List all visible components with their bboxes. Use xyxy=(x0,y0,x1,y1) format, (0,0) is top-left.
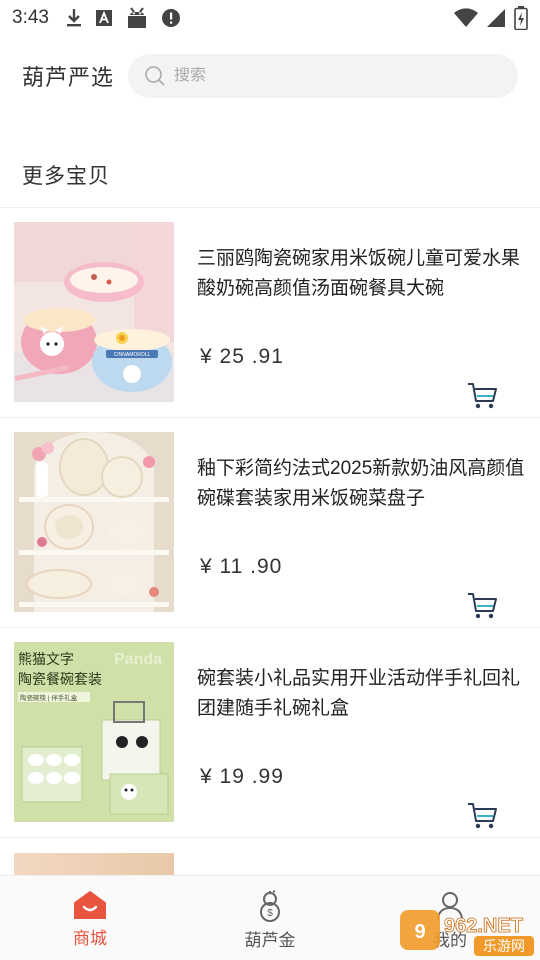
search-icon xyxy=(145,66,165,86)
watermark-sub: 乐游网 xyxy=(483,938,525,954)
product-list: CINNAMOROLL 三丽鸥陶瓷碗家用米饭碗儿童可爱水果酸奶碗高颜值汤面碗餐具… xyxy=(0,208,540,838)
cart-icon xyxy=(468,383,497,409)
alert-icon xyxy=(161,8,181,28)
status-time: 3:43 xyxy=(12,7,49,28)
section-title: 更多宝贝 xyxy=(22,165,110,188)
status-right-icons xyxy=(454,6,528,30)
product-image[interactable] xyxy=(14,432,174,612)
add-to-cart-button[interactable] xyxy=(466,801,498,831)
signal-icon xyxy=(486,8,506,28)
battery-charging-icon xyxy=(514,6,528,30)
wifi-icon xyxy=(454,8,478,28)
status-left-icons xyxy=(65,7,181,29)
product-price: ¥ 11 .90 xyxy=(200,555,283,578)
product-title[interactable]: 三丽鸥陶瓷碗家用米饭碗儿童可爱水果酸奶碗高颜值汤面碗餐具大碗 xyxy=(197,244,527,304)
status-bar: 3:43 xyxy=(0,0,540,36)
brand-title: 葫芦严选 xyxy=(22,65,115,90)
product-card[interactable]: Panda 熊猫文字 陶瓷餐碗套装 陶瓷碗筷 | 伴手礼盒 碗套装小礼品实用开业… xyxy=(0,628,540,838)
tab-shop[interactable]: 商城 xyxy=(0,876,180,960)
search-bar[interactable] xyxy=(128,54,518,98)
product-card[interactable]: CINNAMOROLL 三丽鸥陶瓷碗家用米饭碗儿童可爱水果酸奶碗高颜值汤面碗餐具… xyxy=(0,208,540,418)
thumb-heading-2: 陶瓷餐碗套装 xyxy=(18,671,102,687)
product-title[interactable]: 釉下彩简约法式2025新款奶油风高颜值碗碟套装家用米饭碗菜盘子 xyxy=(197,454,527,514)
watermark-logo: 9 962.NET 乐游网 xyxy=(400,902,540,960)
product-card[interactable]: 釉下彩简约法式2025新款奶油风高颜值碗碟套装家用米饭碗菜盘子 ¥ 11 .90 xyxy=(0,418,540,628)
svg-text:$: $ xyxy=(267,908,273,919)
cart-icon xyxy=(468,593,497,619)
gourd-coin-icon: $ xyxy=(260,890,280,922)
android-icon xyxy=(125,7,149,29)
thumb-subheading: 陶瓷碗筷 | 伴手礼盒 xyxy=(20,693,78,702)
product-image-partial[interactable] xyxy=(14,853,174,875)
tab-label: 商城 xyxy=(73,929,107,948)
product-price: ¥ 25 .91 xyxy=(200,345,284,368)
product-title[interactable]: 碗套装小礼品实用开业活动伴手礼回礼团建随手礼碗礼盒 xyxy=(197,664,527,724)
product-price: ¥ 19 .99 xyxy=(200,765,284,788)
product-image[interactable]: Panda 熊猫文字 陶瓷餐碗套装 陶瓷碗筷 | 伴手礼盒 xyxy=(14,642,174,822)
thumb-bg-word: Panda xyxy=(114,651,162,668)
font-a-icon xyxy=(95,9,113,27)
header: 葫芦严选 xyxy=(0,48,540,104)
shop-home-icon xyxy=(74,891,106,919)
tab-gourd-gold[interactable]: $ 葫芦金 xyxy=(180,876,360,960)
search-input[interactable] xyxy=(174,67,475,85)
add-to-cart-button[interactable] xyxy=(466,381,498,411)
thumb-heading-1: 熊猫文字 xyxy=(18,651,74,667)
tab-label: 葫芦金 xyxy=(244,931,296,950)
thumb-tag-text: CINNAMOROLL xyxy=(114,352,151,358)
add-to-cart-button[interactable] xyxy=(466,591,498,621)
cart-icon xyxy=(468,803,497,829)
svg-text:9: 9 xyxy=(414,921,425,943)
watermark-text: 962.NET xyxy=(444,915,523,937)
download-icon xyxy=(65,8,83,28)
product-image[interactable]: CINNAMOROLL xyxy=(14,222,174,402)
